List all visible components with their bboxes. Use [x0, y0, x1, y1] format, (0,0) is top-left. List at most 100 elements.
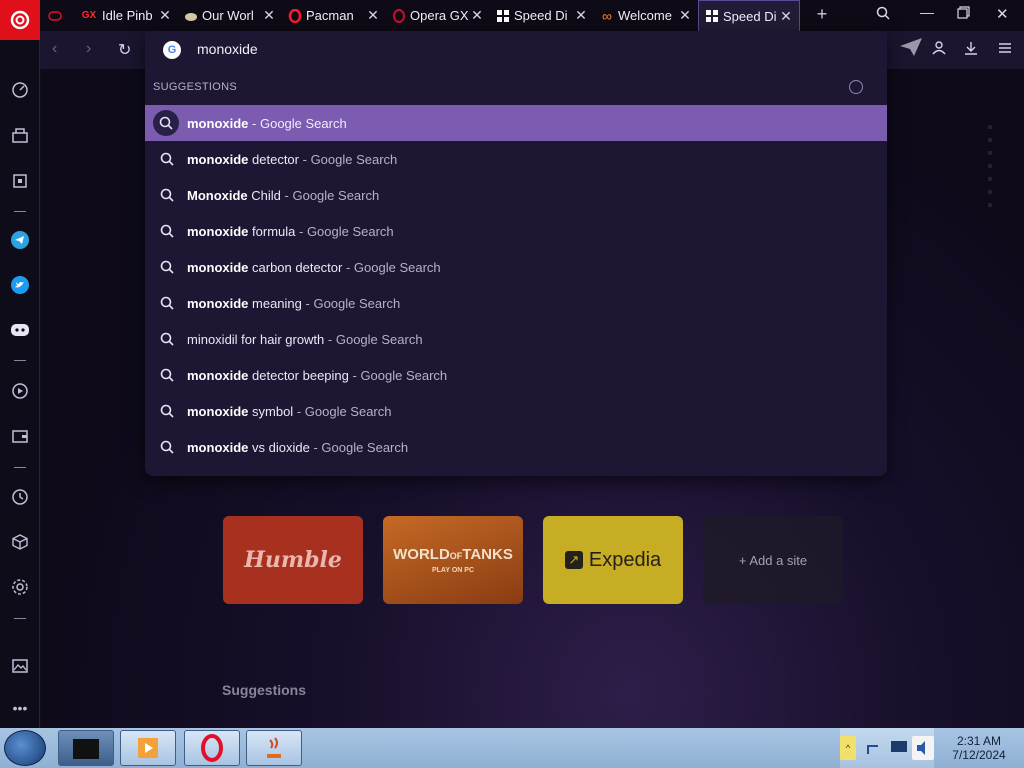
tab-welcome[interactable]: ∞ Welcome ✕	[594, 0, 698, 31]
reload-button[interactable]: ↻	[118, 40, 131, 60]
close-tab-icon[interactable]: ✕	[779, 8, 793, 25]
tab-speed-dial-active[interactable]: Speed Di ✕	[698, 0, 800, 31]
suggestion-text: monoxide detector - Google Search	[187, 152, 397, 167]
volume-icon[interactable]	[912, 736, 934, 760]
suggestion-suffix: - Google Search	[299, 223, 394, 239]
suggestion-suffix: - Google Search	[252, 115, 347, 131]
humble-label: Humble	[244, 547, 342, 573]
taskbar-clock[interactable]: 2:31 AM 7/12/2024	[934, 728, 1024, 768]
extensions-cube-icon[interactable]	[10, 532, 30, 552]
suggestion-row[interactable]: minoxidil for hair growth - Google Searc…	[145, 321, 887, 357]
close-tab-icon[interactable]: ✕	[470, 7, 484, 24]
add-site-button[interactable]: + Add a site	[703, 516, 843, 604]
suggestions-settings-icon[interactable]	[849, 80, 863, 94]
suggestion-row[interactable]: monoxide symbol - Google Search	[145, 393, 887, 429]
speed-dial-humble[interactable]: Humble	[223, 516, 363, 604]
address-bar: G	[145, 31, 887, 69]
suggestion-row[interactable]: monoxide carbon detector - Google Search	[145, 249, 887, 285]
suggestion-rest: formula	[248, 223, 296, 239]
close-tab-icon[interactable]: ✕	[678, 7, 692, 24]
gallery-icon[interactable]	[10, 656, 30, 676]
search-icon	[157, 257, 177, 277]
network-icon[interactable]	[866, 740, 882, 761]
speed-dial-world-of-tanks[interactable]: WORLDOFTANKS PLAY ON PC	[383, 516, 523, 604]
suggestion-rest: symbol	[248, 403, 294, 419]
google-icon: G	[163, 41, 181, 59]
tab-speed-dial-1[interactable]: Speed Di ✕	[490, 0, 594, 31]
start-button[interactable]	[4, 730, 46, 766]
opera-gx-logo-icon[interactable]	[0, 0, 40, 40]
taskbar-app-media-player[interactable]	[120, 730, 176, 766]
search-icon	[157, 293, 177, 313]
close-window-button[interactable]: ✕	[996, 5, 1009, 23]
java-icon	[267, 737, 281, 758]
easy-setup-icon[interactable]	[998, 41, 1012, 58]
display-icon[interactable]	[890, 739, 908, 760]
cpu-icon[interactable]	[10, 171, 30, 191]
download-icon[interactable]	[964, 41, 978, 58]
sidebar: •••	[0, 40, 40, 728]
more-icon[interactable]: •••	[10, 698, 30, 718]
media-player-icon	[138, 738, 158, 758]
taskbar-app-java[interactable]	[246, 730, 302, 766]
taskbar-app-opera[interactable]	[184, 730, 240, 766]
suggestions-section-title: Suggestions	[222, 682, 307, 698]
suggestion-row[interactable]: monoxide vs dioxide - Google Search	[145, 429, 887, 465]
close-tab-icon[interactable]: ✕	[262, 7, 276, 24]
suggestion-text: Monoxide Child - Google Search	[187, 188, 379, 203]
close-tab-icon[interactable]: ✕	[158, 7, 172, 24]
suggestion-row[interactable]: monoxide meaning - Google Search	[145, 285, 887, 321]
speedometer-icon[interactable]	[10, 80, 30, 100]
suggestion-match: monoxide	[187, 151, 249, 167]
restore-button[interactable]	[957, 6, 970, 22]
search-icon	[157, 185, 177, 205]
suggestion-row[interactable]: monoxide - Google Search	[145, 105, 887, 141]
minimize-button[interactable]: —	[920, 4, 934, 20]
close-tab-icon[interactable]: ✕	[574, 7, 588, 24]
tab-pacman[interactable]: Pacman ✕	[282, 0, 386, 31]
suggestion-suffix: - Google Search	[296, 403, 392, 419]
new-tab-button[interactable]: +	[812, 4, 832, 25]
search-icon	[157, 329, 177, 349]
sidebar-divider	[14, 467, 26, 468]
suggestion-rest: minoxidil for hair growth	[187, 331, 325, 347]
forward-button[interactable]: ›	[86, 40, 91, 58]
tab-opera-gx[interactable]: Opera GX ✕	[386, 0, 490, 31]
taskbar-app-terminal[interactable]	[58, 730, 114, 766]
tab-title: Pacman	[306, 8, 354, 23]
show-hidden-icons-icon[interactable]: ^	[840, 736, 856, 760]
tab-gx-controller[interactable]	[42, 0, 74, 31]
close-tab-icon[interactable]: ✕	[366, 7, 380, 24]
suggestion-text: monoxide symbol - Google Search	[187, 404, 392, 419]
wallet-icon[interactable]	[10, 426, 30, 446]
telegram-icon[interactable]	[10, 230, 30, 250]
address-input[interactable]	[197, 41, 797, 57]
paper-plane-icon[interactable]	[898, 36, 924, 61]
twitter-icon[interactable]	[10, 275, 30, 295]
tab-title: Welcome	[618, 8, 672, 23]
tab-idle-pinball[interactable]: GX Idle Pinb ✕	[74, 0, 178, 31]
settings-gear-icon[interactable]	[10, 577, 30, 597]
gx-badge-icon: GX	[81, 10, 97, 21]
infinity-icon: ∞	[602, 7, 612, 24]
suggestion-row[interactable]: monoxide detector beeping - Google Searc…	[145, 357, 887, 393]
suggestion-suffix: - Google Search	[345, 259, 441, 275]
sidebar-divider	[14, 360, 26, 361]
suggestion-row[interactable]: Monoxide Child - Google Search	[145, 177, 887, 213]
profile-icon[interactable]	[932, 41, 946, 58]
history-icon[interactable]	[10, 487, 30, 507]
player-icon[interactable]	[10, 381, 30, 401]
tab-bar: GX Idle Pinb ✕ Our Worl ✕ Pacman ✕ Opera…	[0, 0, 1024, 40]
discord-icon[interactable]	[10, 320, 30, 340]
suggestion-row[interactable]: monoxide formula - Google Search	[145, 213, 887, 249]
suggestion-rest: detector beeping	[248, 367, 349, 383]
speed-dial-expedia[interactable]: ↗ Expedia	[543, 516, 683, 604]
opera-icon	[288, 8, 302, 23]
gx-store-icon[interactable]	[10, 125, 30, 145]
suggestion-row[interactable]: monoxide detector - Google Search	[145, 141, 887, 177]
search-tabs-icon[interactable]	[876, 6, 890, 23]
suggestion-text: minoxidil for hair growth - Google Searc…	[187, 332, 423, 347]
pet-icon	[184, 9, 198, 23]
tab-our-world[interactable]: Our Worl ✕	[178, 0, 282, 31]
back-button[interactable]: ‹	[52, 40, 57, 58]
